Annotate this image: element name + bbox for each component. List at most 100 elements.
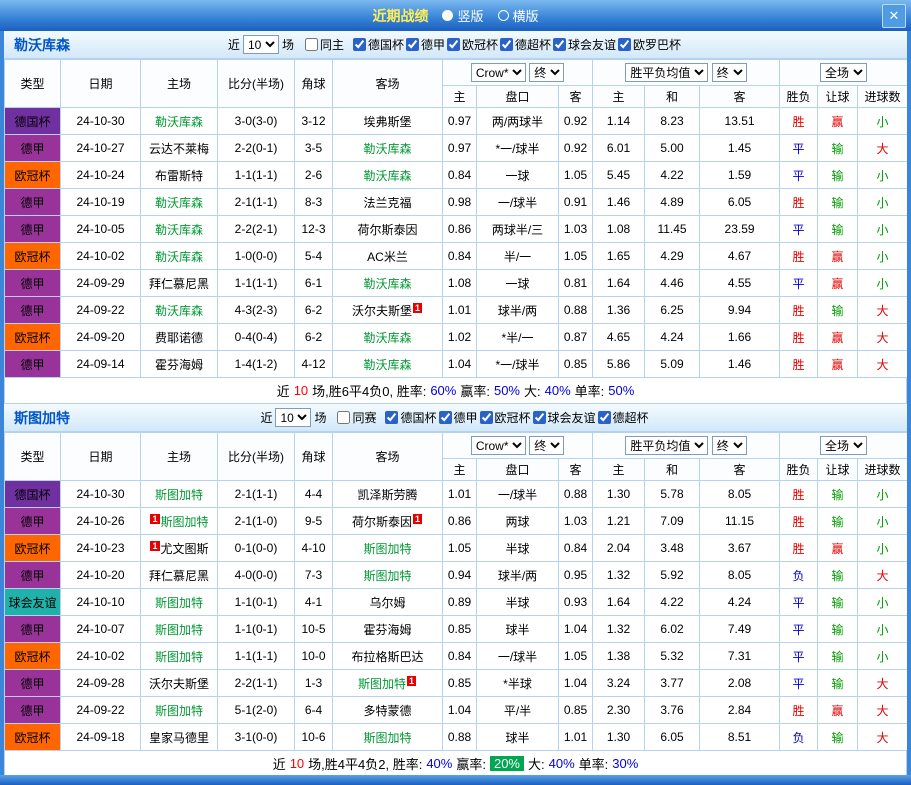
home-team: 勒沃库森 [141, 243, 218, 270]
mean-type-select[interactable]: 胜平负均值 [625, 63, 708, 82]
handicap: *一/球半 [477, 135, 559, 162]
league-filter[interactable]: 德超杯 [598, 409, 649, 426]
handicap: 一球 [477, 162, 559, 189]
team-name: 斯图加特 [155, 596, 203, 610]
mean-draw: 8.23 [645, 108, 700, 135]
league-checkbox[interactable] [500, 38, 513, 51]
red-card-badge: 1 [150, 514, 159, 524]
layout-horizontal-radio[interactable]: 横版 [498, 6, 539, 25]
team-name: 勒沃库森 [155, 304, 203, 318]
mean-home: 2.30 [593, 697, 645, 724]
result-handicap: 赢 [818, 108, 858, 135]
league-checkbox[interactable] [598, 411, 611, 424]
home-team: 斯图加特 [141, 643, 218, 670]
games-count-select[interactable]: 10 [275, 408, 311, 427]
team-name: 勒沃库森 [155, 223, 203, 237]
match-type: 德甲 [5, 616, 61, 643]
league-filter[interactable]: 欧冠杯 [447, 36, 498, 53]
result-handicap: 输 [818, 508, 858, 535]
league-filter[interactable]: 德甲 [406, 36, 445, 53]
same-checkbox[interactable] [337, 411, 350, 424]
odds-final-select[interactable]: 终 [529, 63, 564, 82]
col-away: 客场 [333, 433, 443, 481]
corner-count: 12-3 [295, 216, 333, 243]
match-score: 1-1(0-1) [218, 616, 295, 643]
match-row: 德甲24-09-29拜仁慕尼黑1-1(1-1)6-1勒沃库森1.08一球0.81… [5, 270, 908, 297]
layout-vertical-label: 竖版 [457, 6, 483, 25]
result-wdl: 平 [780, 135, 818, 162]
radio-dot-icon [498, 10, 509, 21]
league-filter[interactable]: 德国杯 [385, 409, 436, 426]
result-goals: 小 [858, 589, 907, 616]
games-count-select[interactable]: 10 [243, 35, 279, 54]
same-filter[interactable]: 同主 [305, 36, 344, 53]
team-bar: 勒沃库森 近 10 场 同主 德国杯德甲欧冠杯德超杯球会友谊欧罗巴杯 [4, 31, 907, 59]
mean-home: 1.64 [593, 270, 645, 297]
result-wdl: 负 [780, 562, 818, 589]
team-name: 斯图加特 [358, 677, 406, 691]
radio-dot-icon [442, 10, 453, 21]
match-date: 24-10-20 [61, 562, 141, 589]
col-date: 日期 [61, 60, 141, 108]
odds-final-select[interactable]: 终 [529, 436, 564, 455]
league-filter[interactable]: 欧冠杯 [480, 409, 531, 426]
team-name: 勒沃库森 [363, 169, 411, 183]
league-checkbox[interactable] [553, 38, 566, 51]
match-score: 2-2(2-1) [218, 216, 295, 243]
result-wdl: 胜 [780, 243, 818, 270]
match-type: 德甲 [5, 216, 61, 243]
league-filter[interactable]: 球会友谊 [533, 409, 596, 426]
away-team: 多特蒙德 [333, 697, 443, 724]
match-row: 德甲24-10-27云达不莱梅2-2(0-1)3-5勒沃库森0.97*一/球半0… [5, 135, 908, 162]
league-checkbox[interactable] [480, 411, 493, 424]
league-filter[interactable]: 德甲 [439, 409, 478, 426]
result-handicap: 输 [818, 616, 858, 643]
league-filter[interactable]: 德国杯 [353, 36, 404, 53]
match-date: 24-10-02 [61, 243, 141, 270]
mean-draw: 11.45 [645, 216, 700, 243]
league-checkbox[interactable] [385, 411, 398, 424]
match-date: 24-10-26 [61, 508, 141, 535]
mean-home: 5.45 [593, 162, 645, 189]
odds-company-select[interactable]: Crow* [471, 436, 526, 455]
match-row: 欧冠杯24-10-231尤文图斯0-1(0-0)4-10斯图加特1.05半球0.… [5, 535, 908, 562]
league-filter[interactable]: 球会友谊 [553, 36, 616, 53]
result-handicap: 输 [818, 135, 858, 162]
corner-count: 10-5 [295, 616, 333, 643]
mean-away: 4.24 [700, 589, 780, 616]
league-filter[interactable]: 德超杯 [500, 36, 551, 53]
section-team-1: 斯图加特 近 10 场 同赛 德国杯德甲欧冠杯球会友谊德超杯 类型 [4, 404, 907, 775]
mean-away: 6.05 [700, 189, 780, 216]
match-row: 球会友谊24-10-10斯图加特1-1(0-1)4-1乌尔姆0.89半球0.93… [5, 589, 908, 616]
close-button[interactable]: ✕ [882, 4, 906, 28]
league-checkbox[interactable] [406, 38, 419, 51]
same-filter[interactable]: 同赛 [337, 409, 376, 426]
match-score: 2-1(1-1) [218, 189, 295, 216]
league-checkbox[interactable] [353, 38, 366, 51]
scope-select[interactable]: 全场 [820, 436, 867, 455]
team-name: 斯图加特 [363, 542, 411, 556]
result-goals: 小 [858, 481, 907, 508]
league-checkbox[interactable] [447, 38, 460, 51]
home-team: 霍芬海姆 [141, 351, 218, 378]
league-checkbox[interactable] [618, 38, 631, 51]
handicap-rate: 50% [494, 383, 520, 398]
league-filter[interactable]: 欧罗巴杯 [618, 36, 681, 53]
league-checkbox[interactable] [533, 411, 546, 424]
result-goals: 大 [858, 351, 907, 378]
match-type: 球会友谊 [5, 589, 61, 616]
mean-final-select[interactable]: 终 [712, 63, 747, 82]
col-handicap: 盘口 [477, 459, 559, 481]
same-checkbox[interactable] [305, 38, 318, 51]
away-team: 布拉格斯巴达 [333, 643, 443, 670]
scope-select[interactable]: 全场 [820, 63, 867, 82]
layout-vertical-radio[interactable]: 竖版 [442, 6, 483, 25]
odds-away: 1.04 [559, 616, 593, 643]
match-row: 德甲24-09-22斯图加特5-1(2-0)6-4多特蒙德1.04平/半0.85… [5, 697, 908, 724]
league-checkbox[interactable] [439, 411, 452, 424]
odds-company-select[interactable]: Crow* [471, 63, 526, 82]
mean-type-select[interactable]: 胜平负均值 [625, 436, 708, 455]
away-team: 乌尔姆 [333, 589, 443, 616]
odds-group-header: Crow* 终 [443, 60, 593, 86]
mean-final-select[interactable]: 终 [712, 436, 747, 455]
